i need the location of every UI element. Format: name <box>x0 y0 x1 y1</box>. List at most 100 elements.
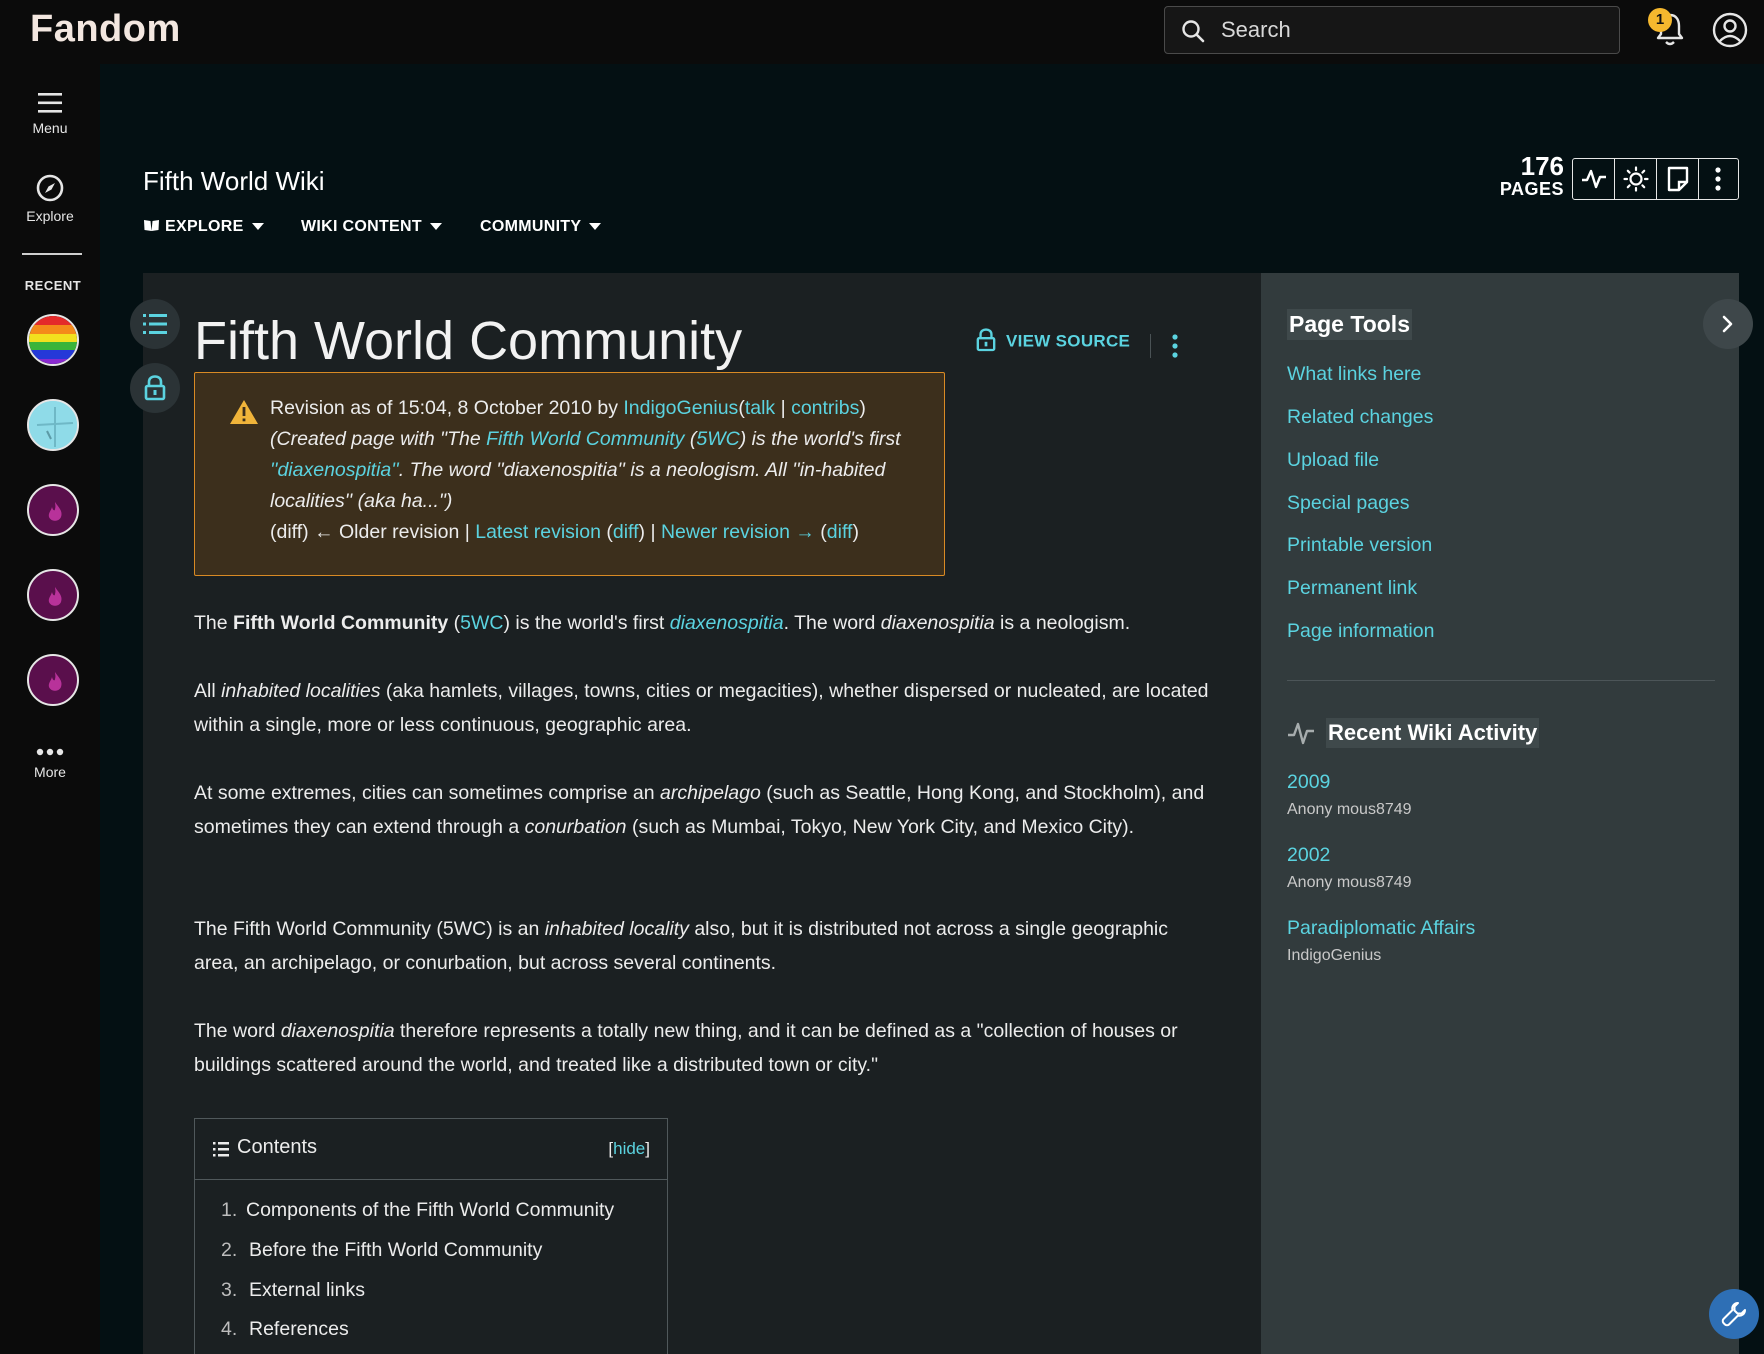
contribs-link[interactable]: contribs <box>791 397 859 419</box>
toc-item[interactable]: 1. Components of the Fifth World Communit… <box>221 1199 614 1222</box>
right-rail-collapse-button[interactable] <box>1703 299 1753 349</box>
paragraph-2: All inhabited localities (aka hamlets, v… <box>194 674 1214 742</box>
hamburger-icon <box>38 93 62 113</box>
toc-item-number: 4. <box>221 1318 238 1340</box>
page-tool-upload-file[interactable]: Upload file <box>1287 449 1379 472</box>
nav-explore[interactable]: EXPLORE <box>143 218 264 236</box>
page-tool-related-changes[interactable]: Related changes <box>1287 406 1433 429</box>
italic-term: diaxenospitia <box>880 612 995 634</box>
newer-diff-link[interactable]: diff <box>827 521 853 543</box>
toc-toggle-button[interactable] <box>130 299 180 349</box>
sun-icon <box>1622 166 1649 192</box>
italic-term: inhabited localities <box>221 680 381 702</box>
page-tool-what-links-here[interactable]: What links here <box>1287 363 1421 386</box>
summary-link-5wc-page[interactable]: Fifth World Community <box>486 428 684 450</box>
toc-item-label: External links <box>249 1279 365 1301</box>
page-tool-page-information[interactable]: Page information <box>1287 620 1434 643</box>
search-box[interactable] <box>1164 6 1620 54</box>
toc-hide-link[interactable]: hide <box>613 1139 645 1158</box>
wiki-title[interactable]: Fifth World Wiki <box>143 166 325 197</box>
admin-tools-button[interactable] <box>1709 1289 1759 1339</box>
toc-hide-toggle[interactable]: [hide] <box>608 1139 650 1159</box>
lock-icon <box>976 328 996 352</box>
recent-changes-button[interactable] <box>1573 159 1615 199</box>
lock-icon <box>144 375 166 401</box>
latest-diff-link[interactable]: diff <box>613 521 639 543</box>
italic-term: conurbation <box>524 816 627 838</box>
recent-wiki-fandom-3[interactable] <box>27 654 79 706</box>
talk-link[interactable]: talk <box>745 397 775 419</box>
page-tool-special-pages[interactable]: Special pages <box>1287 492 1410 515</box>
fandom-flame-icon <box>48 502 62 521</box>
search-icon <box>1181 19 1205 48</box>
fandom-logo-text: Fandom <box>30 8 181 50</box>
paragraph-4: The Fifth World Community (5WC) is an in… <box>194 912 1214 980</box>
text: The word <box>194 1020 281 1042</box>
activity-user[interactable]: Anony mous8749 <box>1287 801 1412 819</box>
toc-item[interactable]: 3. External links <box>221 1279 365 1302</box>
activity-page-link[interactable]: Paradiplomatic Affairs <box>1287 917 1475 940</box>
search-input[interactable] <box>1221 15 1601 45</box>
more-button[interactable]: More <box>0 748 100 780</box>
page-tool-printable-version[interactable]: Printable version <box>1287 534 1432 557</box>
text: The Fifth World Community (5WC) is an <box>194 918 545 940</box>
recent-wiki-rainbow[interactable] <box>27 314 79 366</box>
revision-user-link[interactable]: IndigoGenius <box>623 397 738 419</box>
latest-revision-link[interactable]: Latest revision <box>475 521 601 543</box>
rail-divider <box>22 253 82 255</box>
paragraph-5: The word diaxenospitia therefore represe… <box>194 1014 1214 1082</box>
recent-wiki-fandom-1[interactable] <box>27 484 79 536</box>
protection-button[interactable] <box>130 363 180 413</box>
menu-button[interactable]: Menu <box>0 92 100 136</box>
nav-wiki-content-label: WIKI CONTENT <box>301 218 422 235</box>
recent-wiki-fandom-2[interactable] <box>27 569 79 621</box>
bold-term: Fifth World Community <box>233 612 449 634</box>
link-diaxenospitia[interactable]: diaxenospitia <box>670 612 784 634</box>
nav-explore-label: EXPLORE <box>165 218 244 235</box>
link-5wc[interactable]: 5WC <box>460 612 503 634</box>
newer-revision-link[interactable]: Newer revision → <box>661 521 815 543</box>
page-actions-more-button[interactable] <box>1172 334 1178 363</box>
text: (such as Mumbai, Tokyo, New York City, a… <box>626 816 1135 838</box>
view-source-button[interactable]: VIEW SOURCE <box>976 328 1130 354</box>
summary-text-3: ) is the world's first <box>739 428 901 450</box>
recent-wiki-activity-title: Recent Wiki Activity <box>1326 718 1540 748</box>
fandom-flame-icon <box>48 587 62 606</box>
recent-label: RECENT <box>24 278 82 293</box>
activity-icon <box>1287 721 1315 750</box>
kebab-menu-icon <box>1172 334 1178 358</box>
fandom-logo[interactable]: Fandom <box>30 8 181 51</box>
rainbow-flag-icon <box>29 316 77 364</box>
toc-item-number: 1. <box>221 1199 238 1221</box>
user-avatar-icon[interactable] <box>1712 12 1748 48</box>
add-page-button[interactable] <box>1657 159 1699 199</box>
recent-wiki-map[interactable] <box>27 399 79 451</box>
summary-text-1: (Created page with "The <box>270 428 487 450</box>
more-dots-icon <box>36 748 64 756</box>
page-tool-permanent-link[interactable]: Permanent link <box>1287 577 1417 600</box>
nav-community-label: COMMUNITY <box>480 218 582 235</box>
toc-item[interactable]: 4. References <box>221 1318 349 1341</box>
more-options-button[interactable] <box>1699 159 1737 199</box>
pages-count-label: PAGES <box>1499 179 1564 199</box>
table-of-contents: Contents [hide] 1. Components of the Fift… <box>194 1118 668 1354</box>
summary-link-diaxenospitia[interactable]: ''diaxenospitia'' <box>270 459 399 481</box>
activity-page-link[interactable]: 2009 <box>1287 771 1330 794</box>
compass-icon <box>36 174 64 202</box>
activity-user[interactable]: Anony mous8749 <box>1287 874 1412 892</box>
theme-toggle-button[interactable] <box>1615 159 1657 199</box>
explore-label: Explore <box>26 208 74 224</box>
text: . The word <box>783 612 881 634</box>
toc-item-label: References <box>249 1318 349 1340</box>
page-tools-title: Page Tools <box>1287 309 1412 340</box>
explore-button[interactable]: Explore <box>0 174 100 224</box>
text: ) is the world's first <box>503 612 670 634</box>
activity-user[interactable]: IndigoGenius <box>1287 947 1381 965</box>
summary-link-5wc[interactable]: 5WC <box>696 428 739 450</box>
wiki-tools-toolbar <box>1572 158 1739 200</box>
activity-page-link[interactable]: 2002 <box>1287 844 1330 867</box>
nav-community[interactable]: COMMUNITY <box>480 218 602 236</box>
toc-item[interactable]: 2. Before the Fifth World Community <box>221 1239 542 1262</box>
nav-wiki-content[interactable]: WIKI CONTENT <box>301 218 442 236</box>
new-page-icon <box>1667 166 1688 192</box>
